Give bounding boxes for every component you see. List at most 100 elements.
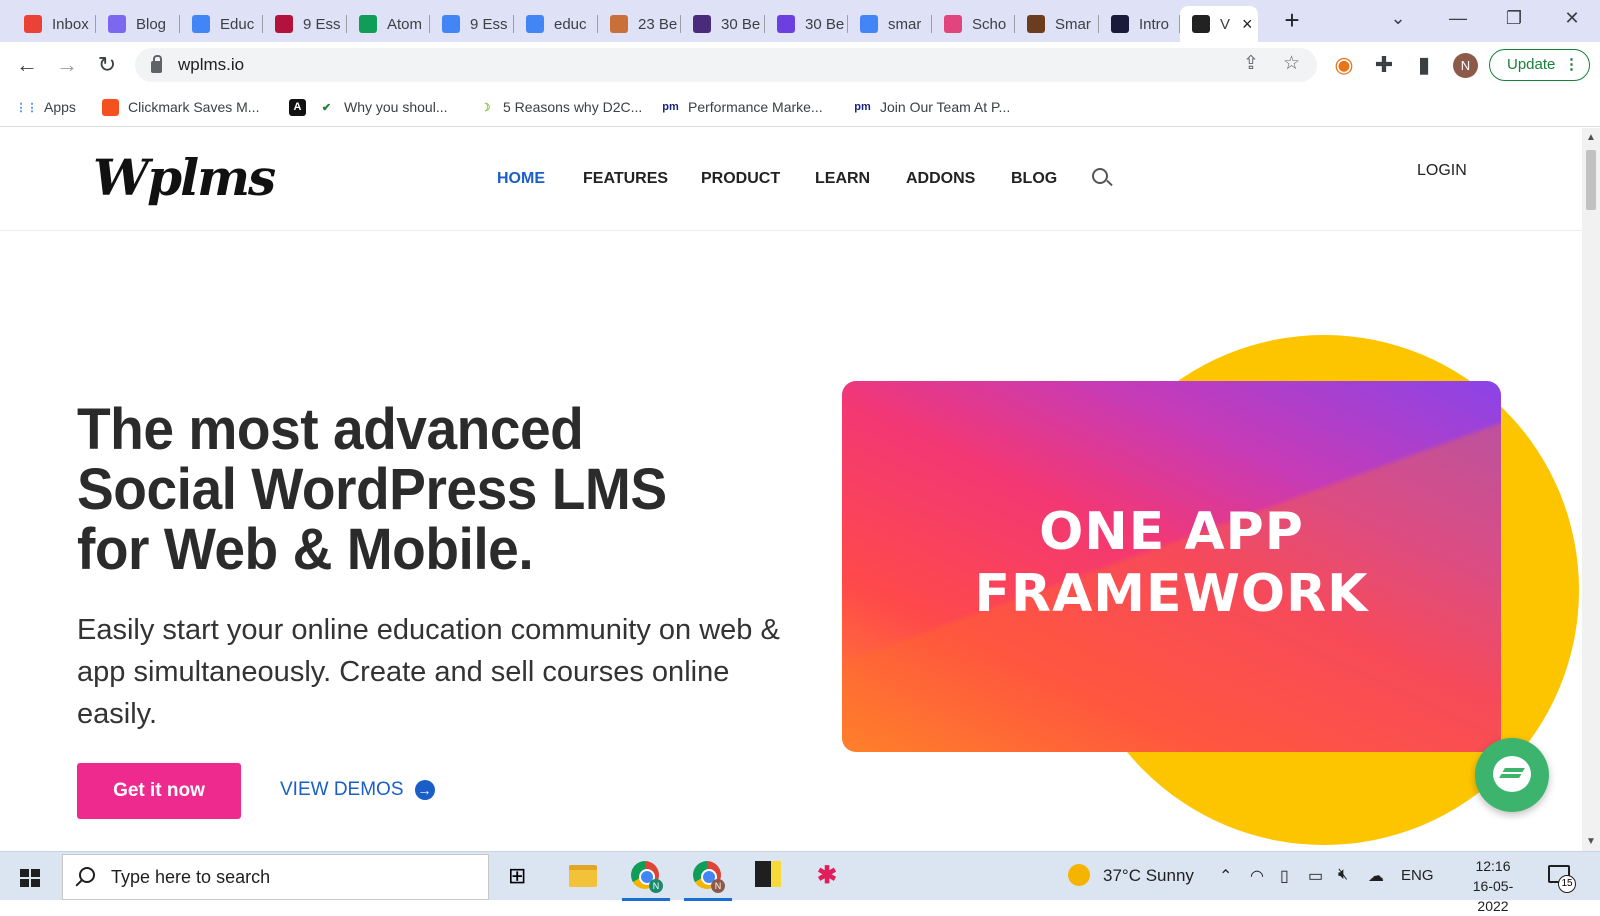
- bookmark-item[interactable]: pm Join Our Team At P...: [854, 95, 1010, 119]
- tab-title: 30 Be: [805, 15, 845, 33]
- bookmark-star-icon[interactable]: ☆: [1283, 52, 1300, 75]
- minimize-button[interactable]: —: [1440, 6, 1476, 30]
- promo-card: ONE APP FRAMEWORK: [842, 381, 1501, 752]
- view-demos-link[interactable]: VIEW DEMOS →: [280, 779, 435, 801]
- promo-heading: ONE APP FRAMEWORK: [842, 501, 1501, 625]
- browser-tab[interactable]: 9 Ess: [430, 6, 514, 42]
- tab-title: Smar: [1055, 15, 1091, 33]
- site-logo[interactable]: Wplms: [93, 148, 276, 207]
- browser-tab[interactable]: Atom: [347, 6, 430, 42]
- url-text: wplms.io: [178, 55, 245, 74]
- sticky-notes-icon[interactable]: [755, 861, 785, 891]
- scroll-up-arrow-icon[interactable]: ▲: [1586, 132, 1596, 143]
- tab-title: Educ: [220, 15, 255, 33]
- slack-icon[interactable]: ✱: [817, 861, 847, 891]
- search-icon[interactable]: [1092, 168, 1108, 184]
- taskbar-search-placeholder: Type here to search: [111, 866, 271, 887]
- pm-logo-icon: pm: [854, 101, 871, 113]
- chrome-profile-1-icon[interactable]: N: [622, 861, 670, 901]
- nav-features[interactable]: FEATURES: [583, 170, 668, 188]
- promo-line-2: FRAMEWORK: [974, 564, 1369, 624]
- browser-tab[interactable]: smar: [848, 6, 932, 42]
- close-tab-icon[interactable]: ×: [1242, 14, 1253, 35]
- browser-tab[interactable]: Blog: [96, 6, 180, 42]
- tab-search-icon[interactable]: ⌄: [1380, 6, 1416, 30]
- bookmark-item[interactable]: pm Performance Marke...: [662, 95, 823, 119]
- windows-start-icon[interactable]: [20, 869, 40, 887]
- update-button[interactable]: Update ⋮: [1489, 49, 1590, 81]
- speaker-muted-icon[interactable]: 🔇︎: [1338, 866, 1348, 884]
- mascot-icon: [610, 15, 628, 33]
- notification-center-icon[interactable]: 15: [1548, 865, 1576, 893]
- back-arrow-icon[interactable]: ←: [13, 51, 41, 79]
- nav-learn[interactable]: LEARN: [815, 170, 870, 188]
- browser-tab[interactable]: Educ: [180, 6, 263, 42]
- menu-dots-icon[interactable]: ⋮: [1564, 50, 1579, 80]
- a-letter-icon: A: [289, 98, 306, 116]
- file-explorer-icon[interactable]: [569, 861, 599, 891]
- browser-tab[interactable]: Inbox: [12, 6, 96, 42]
- hero-subtitle: Easily start your online education commu…: [77, 614, 780, 730]
- battery-icon[interactable]: ▭: [1308, 866, 1323, 886]
- bookmarks-bar: ⋮⋮ Apps Clickmark Saves M... A ✔ Why you shou…: [0, 87, 1600, 127]
- bookmark-item[interactable]: ✔ Why you shoul...: [318, 95, 448, 119]
- page-scrollbar[interactable]: ▲ ▼: [1582, 128, 1600, 851]
- browser-tab[interactable]: Smar: [1015, 6, 1099, 42]
- browser-tab[interactable]: 9 Ess: [263, 6, 347, 42]
- bookmark-item[interactable]: Clickmark Saves M...: [102, 95, 259, 119]
- scrollbar-thumb[interactable]: [1586, 150, 1596, 210]
- share-icon[interactable]: ⇪: [1243, 52, 1259, 75]
- browser-tab[interactable]: 23 Be: [598, 6, 681, 42]
- clickmark-icon: [102, 98, 119, 116]
- browser-tab[interactable]: 30 Be: [765, 6, 848, 42]
- bookmark-label: Performance Marke...: [688, 99, 823, 115]
- bookmark-label: Apps: [44, 99, 76, 115]
- reload-icon[interactable]: ↻: [93, 51, 121, 79]
- messenger-chat-button[interactable]: [1475, 738, 1549, 812]
- browser-tab[interactable]: Scho: [932, 6, 1015, 42]
- nav-addons[interactable]: ADDONS: [906, 170, 975, 188]
- google-icon: [442, 15, 460, 33]
- browser-tab[interactable]: 30 Be: [681, 6, 765, 42]
- forward-arrow-icon[interactable]: →: [53, 51, 81, 79]
- bookmark-item[interactable]: ⋮⋮ Apps: [16, 95, 76, 119]
- browser-tab[interactable]: Intro: [1099, 6, 1180, 42]
- device-icon[interactable]: ▯: [1280, 866, 1289, 886]
- bookmark-label: Why you shoul...: [344, 99, 448, 115]
- show-hidden-icons-chevron-icon[interactable]: ⌃: [1219, 866, 1232, 886]
- crescent-icon: ☽: [480, 101, 491, 114]
- close-window-button[interactable]: ✕: [1554, 6, 1590, 30]
- login-link[interactable]: LOGIN: [1417, 162, 1467, 180]
- astra-icon: [777, 15, 795, 33]
- search-icon: [79, 867, 95, 883]
- colorlib-icon: [693, 15, 711, 33]
- weather-sun-icon[interactable]: [1068, 864, 1090, 886]
- tab-title: 23 Be: [638, 15, 678, 33]
- onedrive-cloud-icon[interactable]: ☁: [1368, 866, 1384, 886]
- profile-avatar[interactable]: N: [1453, 53, 1478, 78]
- chrome-profile-2-icon[interactable]: N: [684, 861, 732, 901]
- nav-home[interactable]: HOME: [497, 170, 545, 188]
- wifi-icon[interactable]: ◠: [1250, 866, 1264, 886]
- taskbar-search-input[interactable]: Type here to search: [62, 854, 489, 900]
- bookmark-item[interactable]: A: [289, 95, 315, 119]
- new-tab-button[interactable]: +: [1277, 6, 1307, 36]
- bookmark-item[interactable]: ☽ 5 Reasons why D2C...: [477, 95, 643, 119]
- address-bar[interactable]: wplms.io ⇪ ☆: [135, 48, 1317, 82]
- task-view-icon[interactable]: ⊞: [508, 861, 538, 891]
- language-indicator[interactable]: ENG: [1401, 867, 1434, 884]
- side-panel-icon[interactable]: ▮: [1410, 51, 1438, 79]
- scroll-down-arrow-icon[interactable]: ▼: [1586, 836, 1596, 847]
- browser-tab[interactable]: V ×: [1180, 6, 1258, 42]
- weather-text[interactable]: 37°C Sunny: [1103, 866, 1194, 886]
- system-clock[interactable]: 12:16 16-05-2022: [1458, 856, 1528, 916]
- nav-product[interactable]: PRODUCT: [701, 170, 780, 188]
- extension-bot-icon[interactable]: ◉: [1330, 51, 1358, 79]
- tab-title: 30 Be: [721, 15, 761, 33]
- browser-tab[interactable]: educ: [514, 6, 598, 42]
- nav-blog[interactable]: BLOG: [1011, 170, 1057, 188]
- get-it-now-button[interactable]: Get it now: [77, 763, 241, 819]
- restore-button[interactable]: ❐: [1496, 6, 1532, 30]
- extensions-puzzle-icon[interactable]: ✚: [1370, 51, 1398, 79]
- promo-line-1: ONE APP: [1039, 502, 1304, 562]
